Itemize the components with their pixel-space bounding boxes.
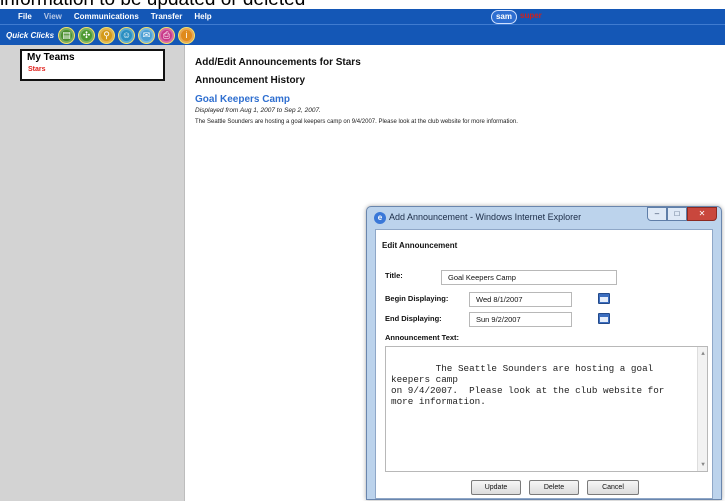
scroll-down-icon[interactable]: ▼ xyxy=(699,459,707,470)
user-badge[interactable]: sam xyxy=(491,10,517,24)
cancel-button[interactable]: Cancel xyxy=(587,480,639,495)
textarea-scrollbar[interactable]: ▲ ▼ xyxy=(697,347,707,471)
quick-clicks-label: Quick Clicks xyxy=(6,30,55,40)
ie-icon: e xyxy=(374,212,386,224)
announcement-textarea[interactable]: The Seattle Sounders are hosting a goal … xyxy=(385,346,708,472)
team-icon[interactable]: ✣ xyxy=(78,26,96,44)
end-date-input[interactable]: Sun 9/2/2007 xyxy=(469,312,572,327)
sidebar: My Teams Stars xyxy=(0,45,185,501)
menu-view[interactable]: View xyxy=(44,12,62,21)
announcement-text-value: The Seattle Sounders are hosting a goal … xyxy=(391,363,665,407)
announcement-dates: Displayed from Aug 1, 2007 to Sep 2, 200… xyxy=(195,107,321,114)
title-label: Title: xyxy=(385,271,403,280)
dialog-content: Edit Announcement Title: Goal Keepers Ca… xyxy=(375,229,713,499)
calendar-icon[interactable]: ▤ xyxy=(58,26,76,44)
end-displaying-label: End Displaying: xyxy=(385,314,442,323)
minimize-icon[interactable]: – xyxy=(647,207,667,221)
dialog-titlebar[interactable]: e Add Announcement - Windows Internet Ex… xyxy=(367,207,721,229)
end-calendar-icon[interactable] xyxy=(598,313,610,324)
info-icon[interactable]: i xyxy=(178,26,196,44)
my-teams-title: My Teams xyxy=(27,52,75,63)
announcement-body: The Seattle Sounders are hosting a goal … xyxy=(195,119,518,125)
user-role-label: super xyxy=(520,11,542,20)
begin-calendar-icon[interactable] xyxy=(598,293,610,304)
close-icon[interactable]: ✕ xyxy=(687,207,717,221)
add-announcement-dialog: e Add Announcement - Windows Internet Ex… xyxy=(366,206,722,500)
users-icon[interactable]: ☺ xyxy=(118,26,136,44)
dialog-window-title: Add Announcement - Windows Internet Expl… xyxy=(389,212,582,222)
maximize-icon[interactable]: □ xyxy=(667,207,687,221)
update-button[interactable]: Update xyxy=(471,480,521,495)
my-teams-panel: My Teams Stars xyxy=(20,49,165,81)
announcement-text-label: Announcement Text: xyxy=(385,333,460,342)
menu-transfer[interactable]: Transfer xyxy=(151,12,183,21)
quick-clicks-bar: Quick Clicks ▤ ✣ ⚲ ☺ ✉ ⎙ i xyxy=(0,24,725,45)
messages-icon[interactable]: ✉ xyxy=(138,26,156,44)
app-window: information to be updated or deleted Fil… xyxy=(0,0,725,501)
title-input[interactable]: Goal Keepers Camp xyxy=(441,270,617,285)
section-title: Announcement History xyxy=(195,75,306,86)
delete-button[interactable]: Delete xyxy=(529,480,579,495)
menu-file[interactable]: File xyxy=(18,12,32,21)
menu-help[interactable]: Help xyxy=(194,12,211,21)
search-icon[interactable]: ⚲ xyxy=(98,26,116,44)
begin-displaying-label: Begin Displaying: xyxy=(385,294,449,303)
caption-text: information to be updated or deleted xyxy=(0,0,305,9)
menu-bar: File View Communications Transfer Help s… xyxy=(0,9,725,24)
page-title: Add/Edit Announcements for Stars xyxy=(195,57,361,68)
announcement-title-link[interactable]: Goal Keepers Camp xyxy=(195,94,290,105)
begin-date-input[interactable]: Wed 8/1/2007 xyxy=(469,292,572,307)
dialog-heading: Edit Announcement xyxy=(382,241,458,250)
sidebar-item-stars[interactable]: Stars xyxy=(28,66,46,73)
menu-communications[interactable]: Communications xyxy=(74,12,139,21)
scroll-up-icon[interactable]: ▲ xyxy=(699,348,707,359)
window-controls: – □ ✕ xyxy=(647,207,717,221)
print-icon[interactable]: ⎙ xyxy=(158,26,176,44)
